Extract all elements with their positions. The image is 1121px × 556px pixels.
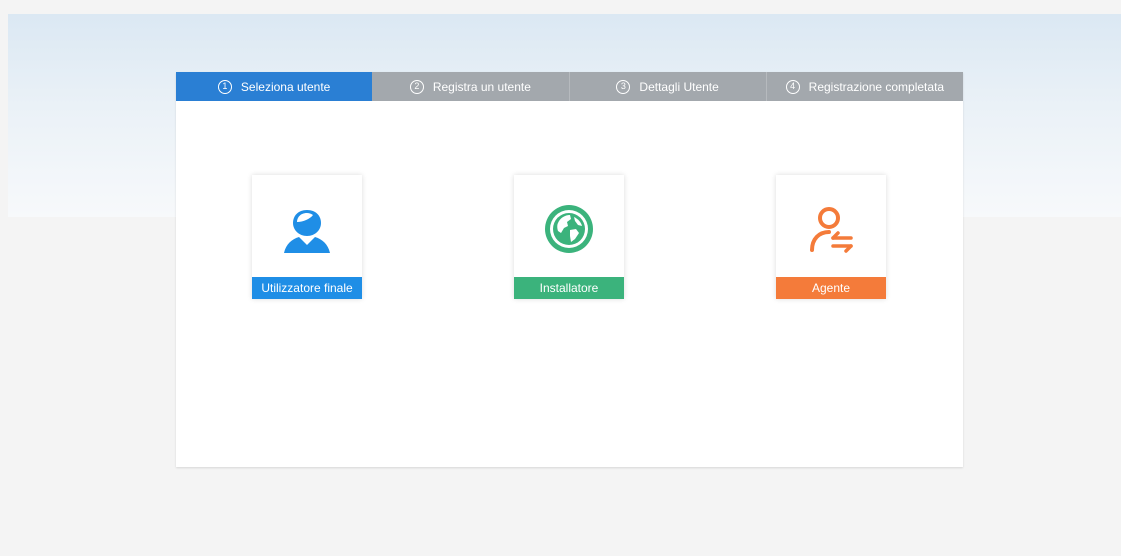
step-2: 2 Registra un utente <box>372 72 570 101</box>
step-4-label: Registrazione completata <box>808 79 945 94</box>
step-1-number: 1 <box>217 79 232 94</box>
step-1: 1 Seleziona utente <box>176 72 373 101</box>
agent-transfer-icon <box>810 207 853 253</box>
step-2-label: Registra un utente <box>432 79 531 94</box>
step-4: 4 Registrazione completata <box>766 72 963 101</box>
registration-panel: 1 Seleziona utente 2 Registra un utente … <box>176 72 963 467</box>
end-user-card[interactable]: Utilizzatore finale <box>252 175 362 299</box>
installer-card[interactable]: Installatore <box>514 175 624 299</box>
globe-icon <box>545 205 593 253</box>
end-user-label: Utilizzatore finale <box>252 277 362 299</box>
installer-label: Installatore <box>514 277 624 299</box>
agent-label: Agente <box>776 277 886 299</box>
step-1-label: Seleziona utente <box>240 79 331 94</box>
page: 1 Seleziona utente 2 Registra un utente … <box>0 0 1121 556</box>
step-3-label: Dettagli Utente <box>639 79 719 94</box>
agent-card[interactable]: Agente <box>776 175 886 299</box>
step-3-number: 3 <box>616 79 631 94</box>
user-icon <box>284 210 330 253</box>
step-3: 3 Dettagli Utente <box>569 72 767 101</box>
step-indicator: 1 Seleziona utente 2 Registra un utente … <box>176 72 963 101</box>
step-2-number: 2 <box>409 79 424 94</box>
step-4-number: 4 <box>785 79 800 94</box>
